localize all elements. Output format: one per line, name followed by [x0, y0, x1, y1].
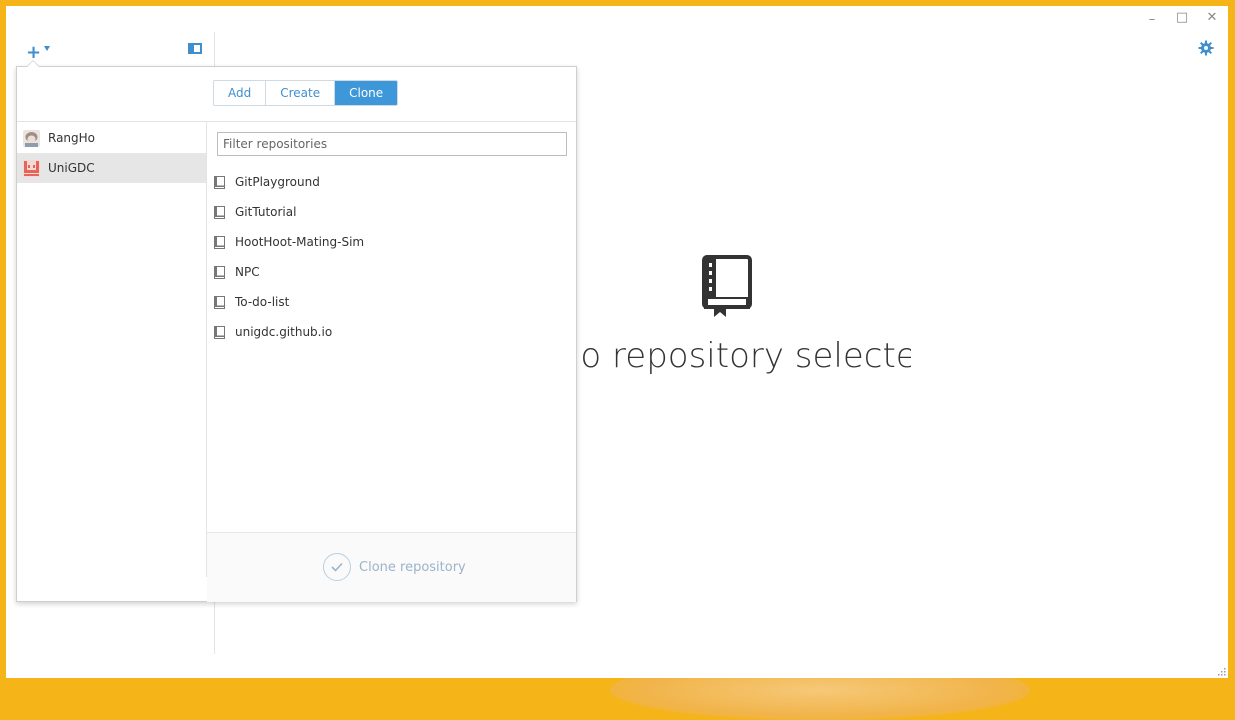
repo-name: unigdc.github.io: [235, 325, 333, 339]
repo-name: GitTutorial: [235, 205, 297, 219]
account-label: UniGDC: [48, 161, 95, 175]
sidebar-toggle-icon[interactable]: [188, 43, 202, 54]
account-list: RangHo UniGDC: [17, 123, 206, 183]
repository-book-icon: [702, 255, 752, 317]
repo-icon: [214, 205, 225, 219]
check-icon: [323, 553, 351, 581]
list-item[interactable]: GitPlayground: [214, 167, 564, 197]
repository-list: GitPlayground GitTutorial HootHoot-Matin…: [214, 167, 564, 347]
mode-tabs: Add Create Clone: [213, 80, 399, 106]
minimize-button[interactable]: –: [1144, 10, 1160, 27]
clone-repository-button[interactable]: Clone repository: [323, 553, 466, 581]
maximize-button[interactable]: □: [1174, 10, 1190, 26]
account-label: RangHo: [48, 131, 96, 145]
avatar: [23, 159, 40, 177]
popover-footer: Clone repository: [207, 532, 576, 602]
repo-icon: [214, 325, 225, 339]
list-item[interactable]: unigdc.github.io: [214, 317, 564, 347]
clone-popover: Add Create Clone RangHo UniGDC Filter re…: [16, 66, 577, 602]
list-item[interactable]: GitTutorial: [214, 197, 564, 227]
window-controls: – □ ✕: [1144, 10, 1220, 27]
repo-icon: [214, 235, 225, 249]
repo-icon: [214, 265, 225, 279]
list-item[interactable]: NPC: [214, 257, 564, 287]
account-item-rangho[interactable]: RangHo: [17, 123, 206, 153]
popover-arrow-fill: [27, 61, 39, 67]
list-item[interactable]: HootHoot-Mating-Sim: [214, 227, 564, 257]
popover-column-divider: [206, 122, 207, 577]
tab-clone[interactable]: Clone: [335, 81, 398, 105]
list-item[interactable]: To-do-list: [214, 287, 564, 317]
clone-repository-label: Clone repository: [359, 559, 466, 575]
popover-header-divider: [17, 121, 576, 122]
account-item-unigdc[interactable]: UniGDC: [17, 153, 206, 183]
repo-name: GitPlayground: [235, 175, 320, 189]
chevron-down-icon[interactable]: [44, 46, 50, 51]
repo-name: HootHoot-Mating-Sim: [235, 235, 365, 249]
repo-name: NPC: [235, 265, 260, 279]
filter-repositories-input[interactable]: [217, 132, 567, 156]
empty-state-title: No repository selected: [571, 336, 911, 376]
tab-add[interactable]: Add: [214, 81, 267, 105]
gear-icon[interactable]: [1198, 40, 1214, 56]
tab-create[interactable]: Create: [266, 81, 336, 105]
repo-icon: [214, 175, 225, 189]
avatar: [23, 129, 40, 147]
repo-name: To-do-list: [235, 295, 290, 309]
empty-state-title-text: No repository selected: [571, 336, 911, 376]
close-button[interactable]: ✕: [1204, 10, 1220, 26]
resize-grip-icon[interactable]: [1218, 668, 1226, 676]
repo-icon: [214, 295, 225, 309]
